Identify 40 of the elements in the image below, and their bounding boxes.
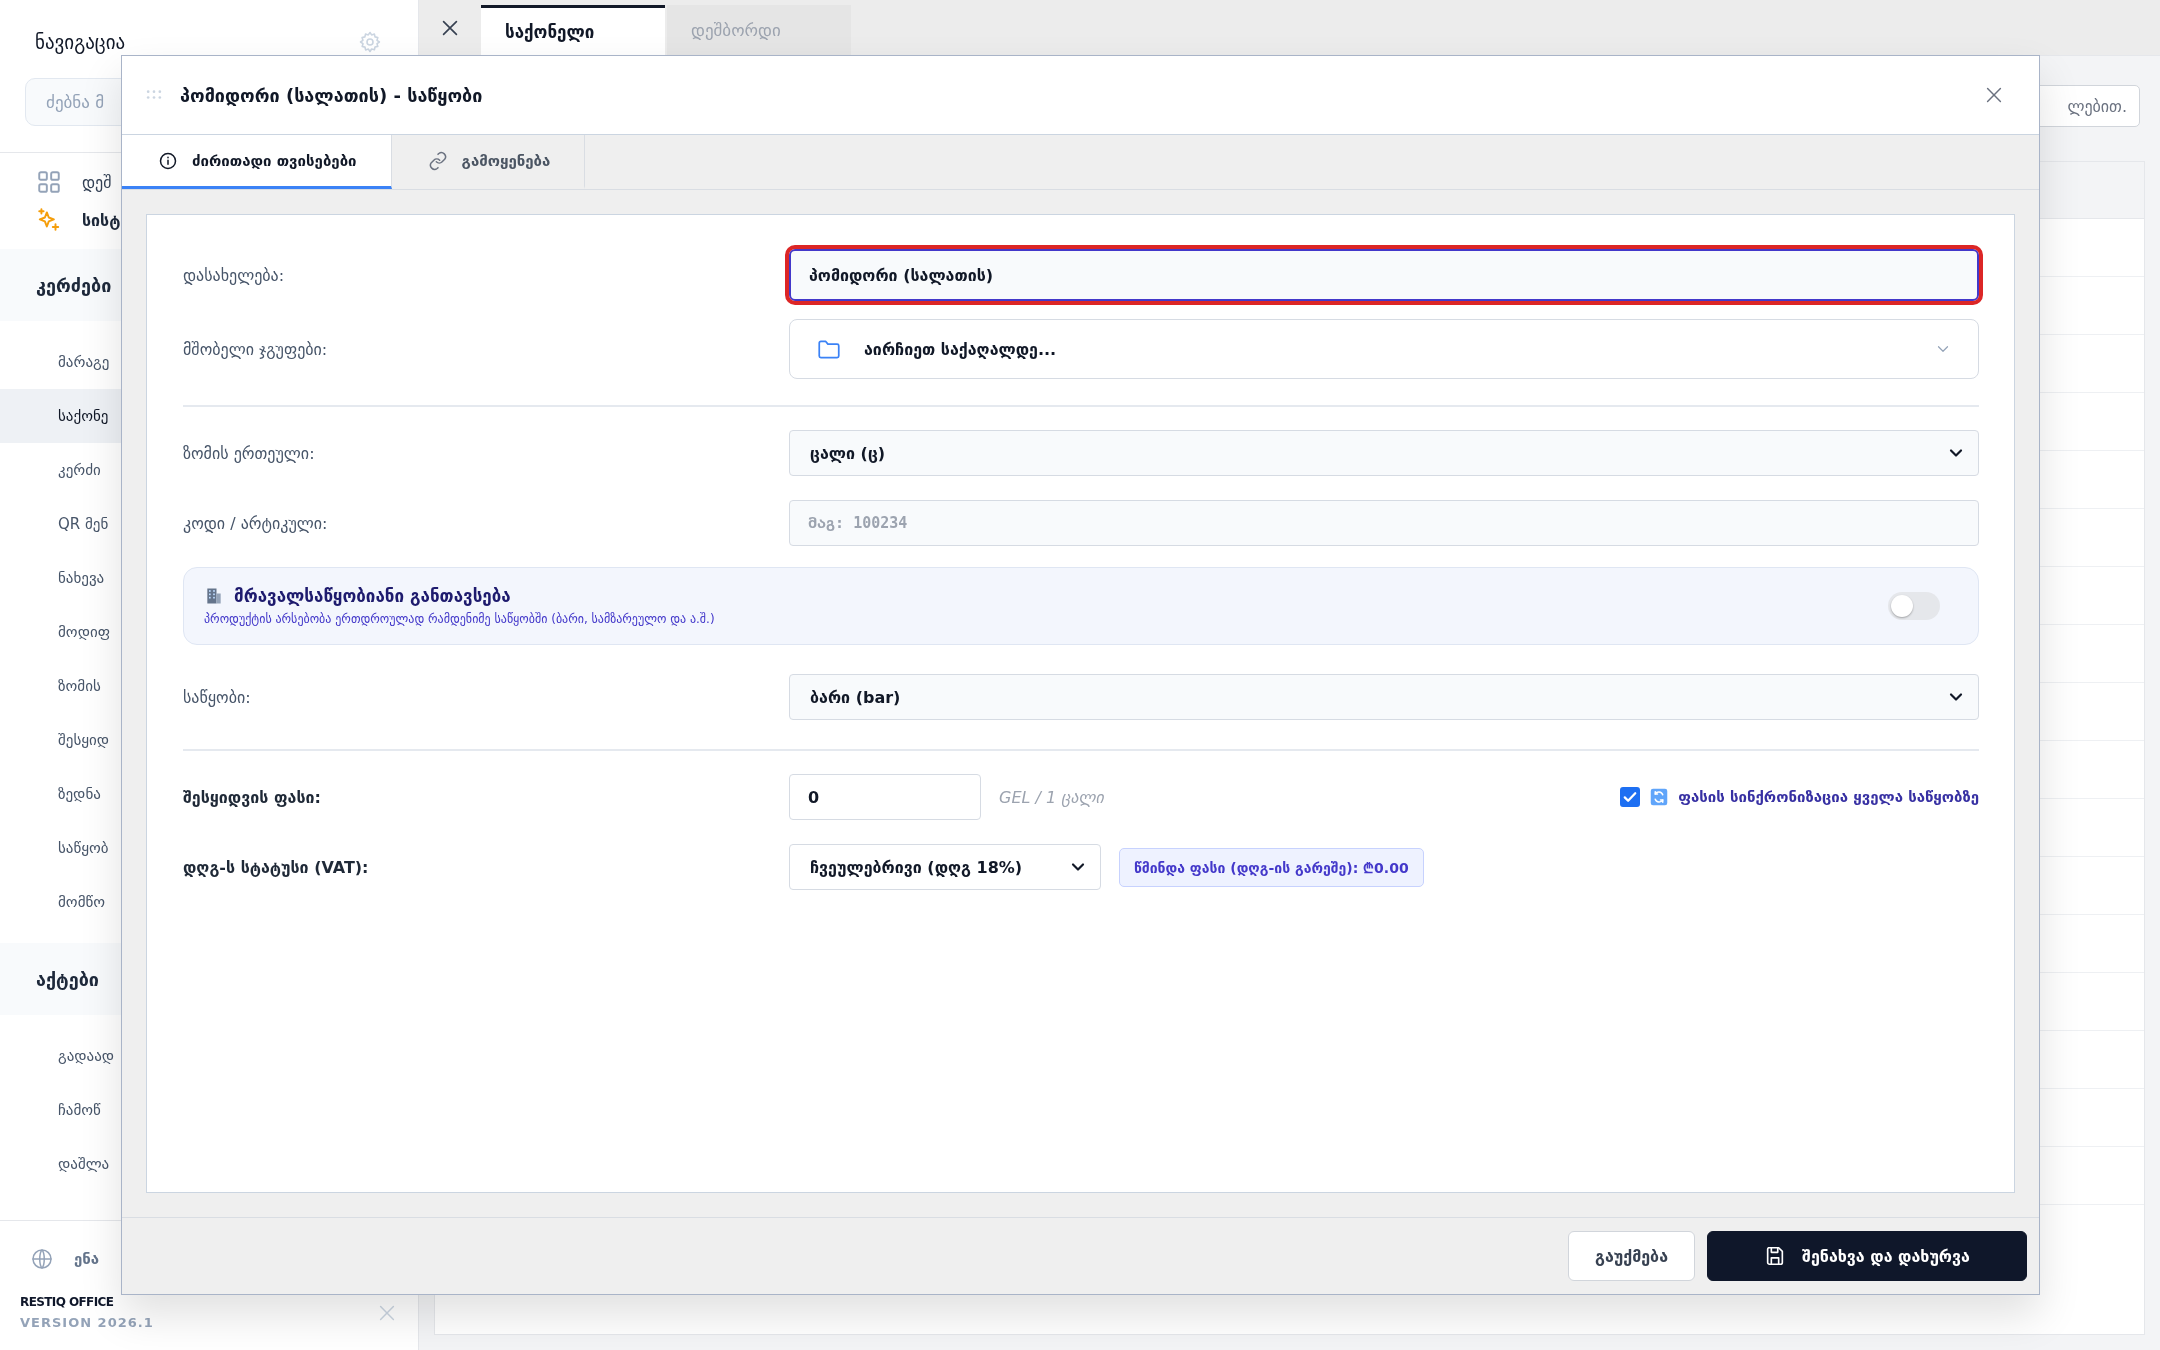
input-field[interactable]: მაგ: 100234	[789, 500, 1979, 546]
field-label: კოდი / არტიკული:	[183, 513, 329, 533]
field-label: დასახელება:	[183, 265, 286, 285]
sidebar-item[interactable]: სისტ	[36, 205, 418, 235]
dialog-tab[interactable]: ძირითადი თვისებები	[122, 135, 392, 189]
select-field[interactable]: ბარი (bar)	[789, 674, 1979, 720]
field-label: საწყობი:	[183, 687, 252, 707]
checkbox-label[interactable]: ფასის სინქრონიზაცია ყველა საწყობზე	[1678, 788, 1979, 806]
select-field[interactable]: ჩვეულებრივი (დღგ 18%)	[789, 844, 1101, 890]
toggle-switch[interactable]	[1888, 592, 1940, 620]
settings-icon	[358, 30, 382, 54]
language-item[interactable]: ენა	[20, 1247, 100, 1271]
brand-name: RESTIQ OFFICE	[20, 1295, 115, 1309]
grid-icon	[36, 169, 62, 195]
sidebar-title: ნავიგაცია	[35, 31, 126, 53]
globe-icon	[30, 1247, 54, 1271]
sync-icon	[1650, 788, 1669, 806]
info-icon	[158, 150, 178, 171]
field-label: დღგ-ს სტატუსი (VAT):	[183, 857, 370, 877]
page-tab[interactable]: საქონელი	[481, 5, 665, 55]
version-text: VERSION 2026.1	[20, 1315, 154, 1330]
cancel-button[interactable]: გაუქმება	[1567, 1231, 1695, 1281]
price-field[interactable]: 0	[789, 774, 981, 820]
link-icon	[427, 150, 448, 171]
section-heading: აქტები	[36, 968, 99, 990]
building-icon	[204, 586, 224, 606]
field-label: ზომის ერთეული:	[183, 443, 316, 463]
section-heading: კერძები	[36, 274, 112, 296]
panel-description: პროდუქტის არსებობა ერთდროულად რამდენიმე საწყობში (ბარი, სამზარეულო და ა.შ.)	[204, 612, 716, 626]
save-button[interactable]: შენახვა და დახურვა	[1707, 1231, 2027, 1281]
panel-title: მრავალსაწყობიანი განთავსება	[234, 586, 511, 606]
unit-text: GEL / 1 ცალი	[999, 787, 1104, 807]
select-field[interactable]: ცალი (ც)	[789, 430, 1979, 476]
folder-picker[interactable]: აირჩიეთ საქაღალდე...	[789, 319, 1979, 379]
sparkle-icon	[36, 207, 62, 233]
net-price-badge: წმინდა ფასი (დღგ-ის გარეშე): ₾0.00	[1119, 847, 1424, 887]
field-label: მშობელი ჯგუფები:	[183, 339, 329, 359]
dialog-title: პომიდორი (სალათის) - საწყობი	[180, 84, 484, 106]
checkbox[interactable]	[1620, 787, 1641, 807]
field-label: შესყიდვის ფასი:	[183, 787, 322, 807]
